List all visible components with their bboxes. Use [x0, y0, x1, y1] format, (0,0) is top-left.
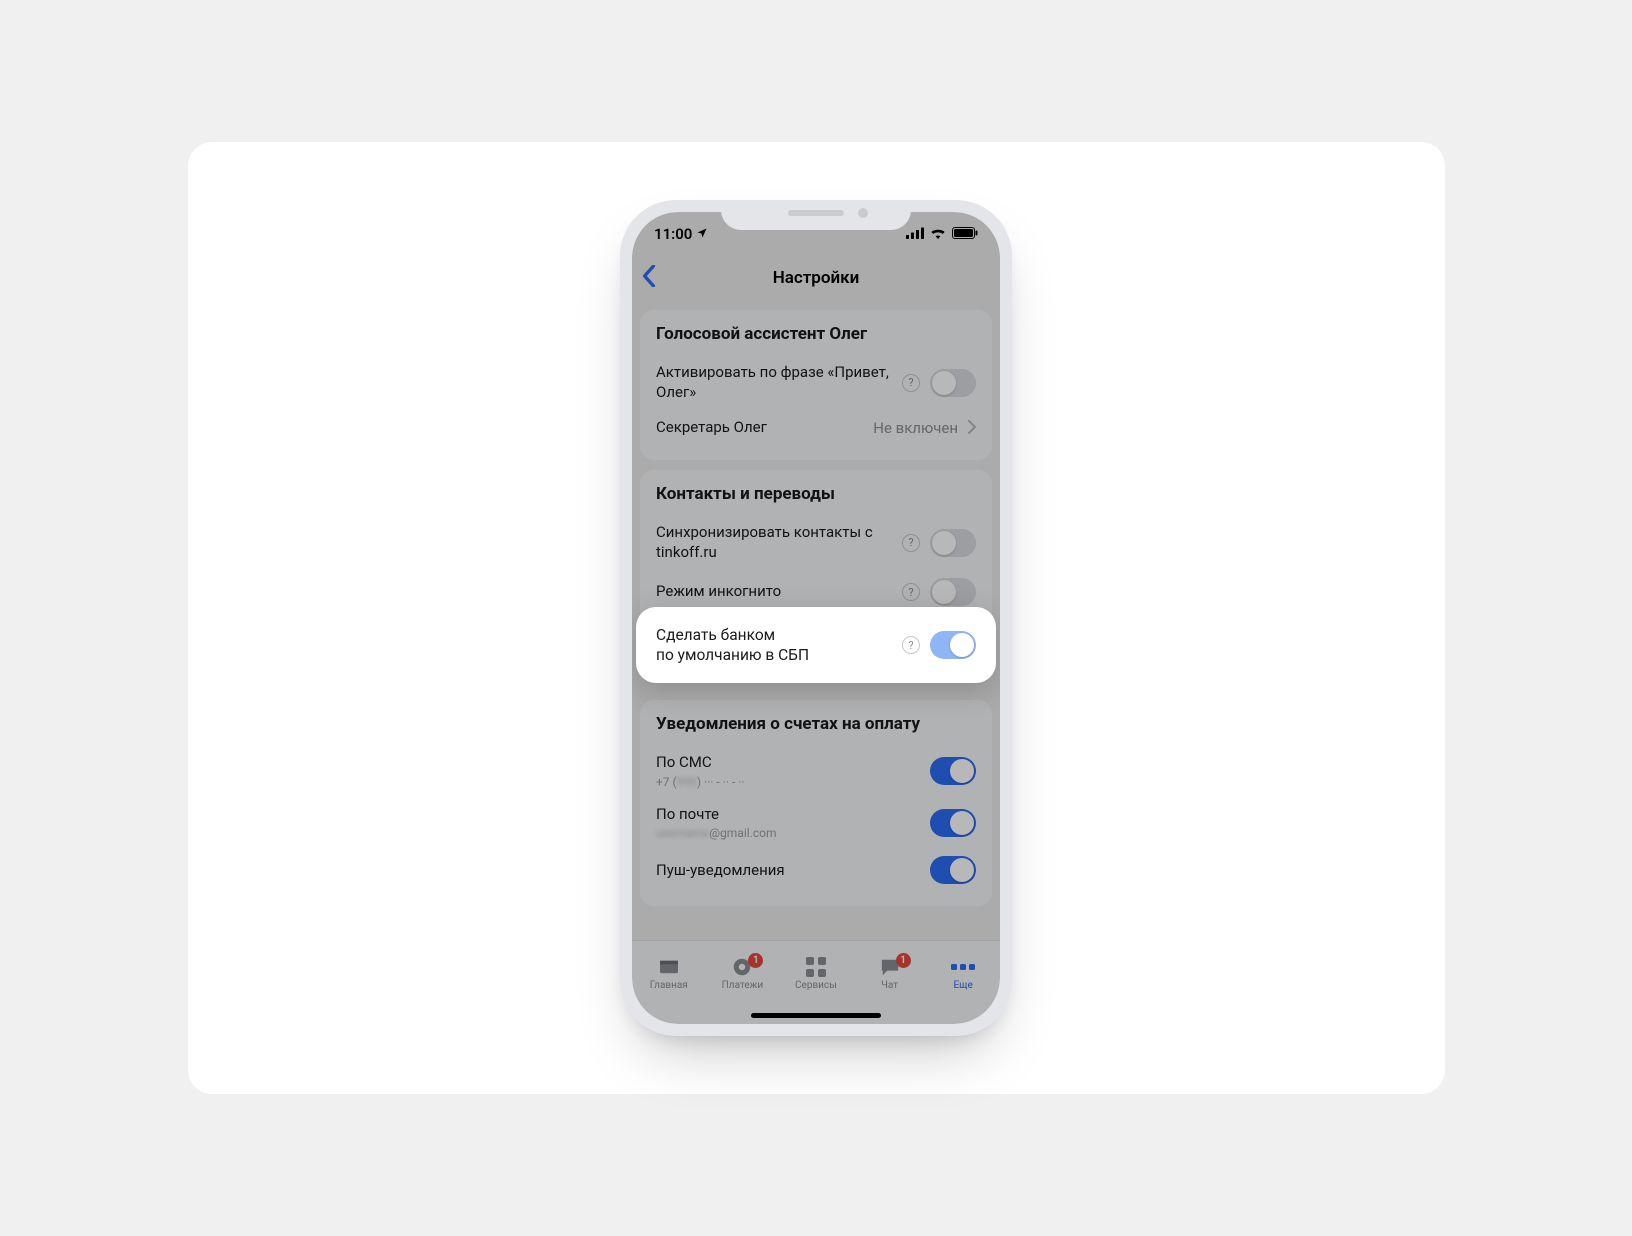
section-assistant-title: Голосовой ассистент Олег	[656, 324, 976, 345]
tab-home[interactable]: Главная	[632, 941, 706, 1006]
email-masked: username	[656, 826, 709, 840]
sms-masked: 999	[677, 775, 697, 789]
row-sync-contacts-label: Синхронизировать контакты с tinkoff.ru	[656, 523, 894, 562]
help-icon[interactable]: ?	[902, 636, 920, 654]
row-activate-phrase-label: Активировать по фразе «Привет, Олег»	[656, 363, 894, 402]
row-default-bank-sbp[interactable]: Сделать банком по умолчанию в СБП ?	[636, 607, 996, 683]
status-left: 11:00	[654, 225, 708, 243]
payments-icon: 1	[729, 957, 755, 977]
row-push[interactable]: Пуш-уведомления	[656, 848, 976, 892]
help-icon[interactable]: ?	[902, 534, 920, 552]
toggle-sms[interactable]	[930, 757, 976, 785]
services-icon	[803, 957, 829, 977]
default-bank-line2: по умолчанию в СБП	[656, 646, 809, 664]
row-default-bank-label: Сделать банком по умолчанию в СБП	[656, 625, 809, 665]
battery-icon	[952, 225, 978, 243]
sms-prefix: +7 (	[656, 775, 677, 789]
toggle-incognito[interactable]	[930, 578, 976, 606]
row-sync-contacts[interactable]: Синхронизировать контакты с tinkoff.ru ?	[656, 515, 976, 570]
row-email[interactable]: По почте username@gmail.com	[656, 797, 976, 849]
toggle-push[interactable]	[930, 856, 976, 884]
toggle-email[interactable]	[930, 809, 976, 837]
wifi-icon	[930, 225, 946, 243]
tab-chat-label: Чат	[881, 980, 898, 991]
help-icon[interactable]: ?	[902, 374, 920, 392]
chat-icon: 1	[877, 957, 903, 977]
section-assistant: Голосовой ассистент Олег Активировать по…	[640, 310, 992, 460]
sms-suffix: ) ··· - ·· - ··	[697, 775, 745, 789]
phone-notch	[721, 200, 911, 230]
phone-frame: 11:00	[620, 200, 1012, 1036]
row-sms[interactable]: По СМС +7 (999) ··· - ·· - ··	[656, 745, 976, 797]
home-indicator[interactable]	[751, 1013, 881, 1018]
toggle-activate-phrase[interactable]	[930, 369, 976, 397]
default-bank-line1: Сделать банком	[656, 626, 775, 644]
row-sms-sub: +7 (999) ··· - ·· - ··	[656, 775, 745, 789]
help-icon[interactable]: ?	[902, 583, 920, 601]
row-activate-phrase[interactable]: Активировать по фразе «Привет, Олег» ?	[656, 355, 976, 410]
row-email-sub: username@gmail.com	[656, 826, 777, 840]
email-suffix: @gmail.com	[709, 826, 776, 840]
tab-home-label: Главная	[650, 980, 688, 991]
phone-screen: 11:00	[632, 212, 1000, 1024]
chat-badge: 1	[896, 953, 911, 968]
tab-services-label: Сервисы	[795, 980, 837, 991]
tab-more-label: Еще	[954, 980, 973, 991]
toggle-default-bank-sbp[interactable]	[930, 631, 976, 659]
nav-bar: Настройки	[632, 256, 1000, 300]
row-sms-label: По СМС	[656, 753, 745, 773]
more-icon	[950, 957, 976, 977]
location-icon	[696, 225, 708, 243]
chevron-right-icon	[968, 419, 976, 438]
section-notifications-title: Уведомления о счетах на оплату	[656, 714, 976, 735]
row-secretary-label: Секретарь Олег	[656, 418, 767, 438]
tab-payments-label: Платежи	[722, 980, 763, 991]
tab-more[interactable]: Еще	[926, 941, 1000, 1006]
tab-bar: Главная 1 Платежи Сервисы	[632, 940, 1000, 1024]
tab-payments[interactable]: 1 Платежи	[706, 941, 780, 1006]
cellular-icon	[906, 225, 924, 243]
back-button[interactable]	[642, 265, 656, 291]
section-notifications: Уведомления о счетах на оплату По СМС +7…	[640, 700, 992, 906]
row-push-label: Пуш-уведомления	[656, 861, 785, 881]
tab-chat[interactable]: 1 Чат	[853, 941, 927, 1006]
payments-badge: 1	[748, 953, 763, 968]
section-contacts-title: Контакты и переводы	[656, 484, 976, 505]
status-time: 11:00	[654, 225, 692, 243]
tab-services[interactable]: Сервисы	[779, 941, 853, 1006]
home-icon	[656, 957, 682, 977]
toggle-sync-contacts[interactable]	[930, 529, 976, 557]
stage: 11:00	[188, 142, 1445, 1094]
row-incognito-label: Режим инкогнито	[656, 582, 781, 602]
row-secretary-value: Не включен	[873, 419, 958, 437]
status-right	[906, 225, 978, 243]
page-title: Настройки	[773, 268, 860, 288]
row-secretary[interactable]: Секретарь Олег Не включен	[656, 410, 976, 446]
row-email-label: По почте	[656, 805, 777, 825]
